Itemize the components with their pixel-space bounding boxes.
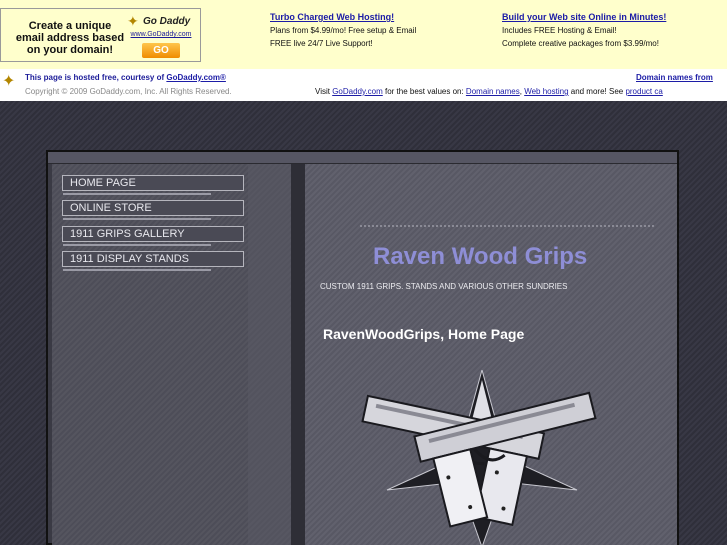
email-ad-text[interactable]: Create a unique email address based on y… <box>15 20 125 56</box>
hosting-promo-line1: Plans from $4.99/mo! Free setup & Email <box>270 26 417 35</box>
copyright-text: Copyright © 2009 GoDaddy.com, Inc. All R… <box>25 87 232 96</box>
sidebar: HOME PAGE ONLINE STORE 1911 GRIPS GALLER… <box>52 164 291 545</box>
nav-online-store[interactable]: ONLINE STORE <box>62 200 244 220</box>
visit-tail: and more! See <box>568 87 626 96</box>
visit-prefix: Visit <box>315 87 333 96</box>
godaddy-mascot-icon: ✦ <box>2 73 16 90</box>
godaddy-url[interactable]: www.GoDaddy.com <box>123 31 199 38</box>
nav-home-page[interactable]: HOME PAGE <box>62 175 244 195</box>
visit-notice: Visit GoDaddy.com for the best values on… <box>315 87 663 96</box>
domain-names-link[interactable]: Domain names from <box>636 73 713 82</box>
top-strip <box>48 152 677 164</box>
column-divider <box>291 164 305 545</box>
website-promo: Build your Web site Online in Minutes! I… <box>502 11 666 50</box>
website-promo-line1: Includes FREE Hosting & Email! <box>502 26 617 35</box>
visit-mid: for the best values on: <box>382 87 466 96</box>
visit-godaddy-link[interactable]: GoDaddy.com <box>332 87 383 96</box>
godaddy-logo[interactable]: ✦ Go Daddy www.GoDaddy.com GO <box>123 12 201 60</box>
nav-display-stands[interactable]: 1911 DISPLAY STANDS <box>62 251 244 271</box>
dotted-rule <box>360 225 655 227</box>
website-promo-link[interactable]: Build your Web site Online in Minutes! <box>502 11 666 24</box>
web-hosting-link[interactable]: Web hosting <box>524 87 568 96</box>
hosted-free-bar: ✦ This page is hosted free, courtesy of … <box>0 69 727 101</box>
hosting-promo: Turbo Charged Web Hosting! Plans from $4… <box>270 11 416 50</box>
page-heading: RavenWoodGrips, Home Page <box>323 326 525 342</box>
go-button[interactable]: GO <box>142 43 180 58</box>
hosting-promo-link[interactable]: Turbo Charged Web Hosting! <box>270 11 416 24</box>
godaddy-brand: Go Daddy <box>143 16 191 27</box>
crossed-pistols-emblem <box>361 370 597 545</box>
domain-names-inline-link[interactable]: Domain names <box>466 87 520 96</box>
ad-banner: Create a unique email address based on y… <box>0 0 727 69</box>
hosted-free-notice: This page is hosted free, courtesy of Go… <box>25 73 226 82</box>
site-frame: HOME PAGE ONLINE STORE 1911 GRIPS GALLER… <box>46 150 679 545</box>
main-content: Raven Wood Grips CUSTOM 1911 GRIPS. STAN… <box>305 164 677 545</box>
godaddy-link[interactable]: GoDaddy.com® <box>166 73 226 82</box>
website-promo-line2: Complete creative packages from $3.99/mo… <box>502 39 659 48</box>
hosted-free-text: This page is hosted free, courtesy of <box>25 73 167 82</box>
email-ad-box[interactable]: Create a unique email address based on y… <box>0 8 201 62</box>
godaddy-mascot-icon: ✦ <box>127 13 139 29</box>
sidebar-shade <box>248 164 291 545</box>
hosting-promo-line2: FREE live 24/7 Live Support! <box>270 39 373 48</box>
nav-grips-gallery[interactable]: 1911 GRIPS GALLERY <box>62 226 244 246</box>
site-title: Raven Wood Grips <box>373 243 588 270</box>
product-catalog-link[interactable]: product ca <box>625 87 662 96</box>
site-tagline: CUSTOM 1911 GRIPS. STANDS AND VARIOUS OT… <box>320 282 568 291</box>
